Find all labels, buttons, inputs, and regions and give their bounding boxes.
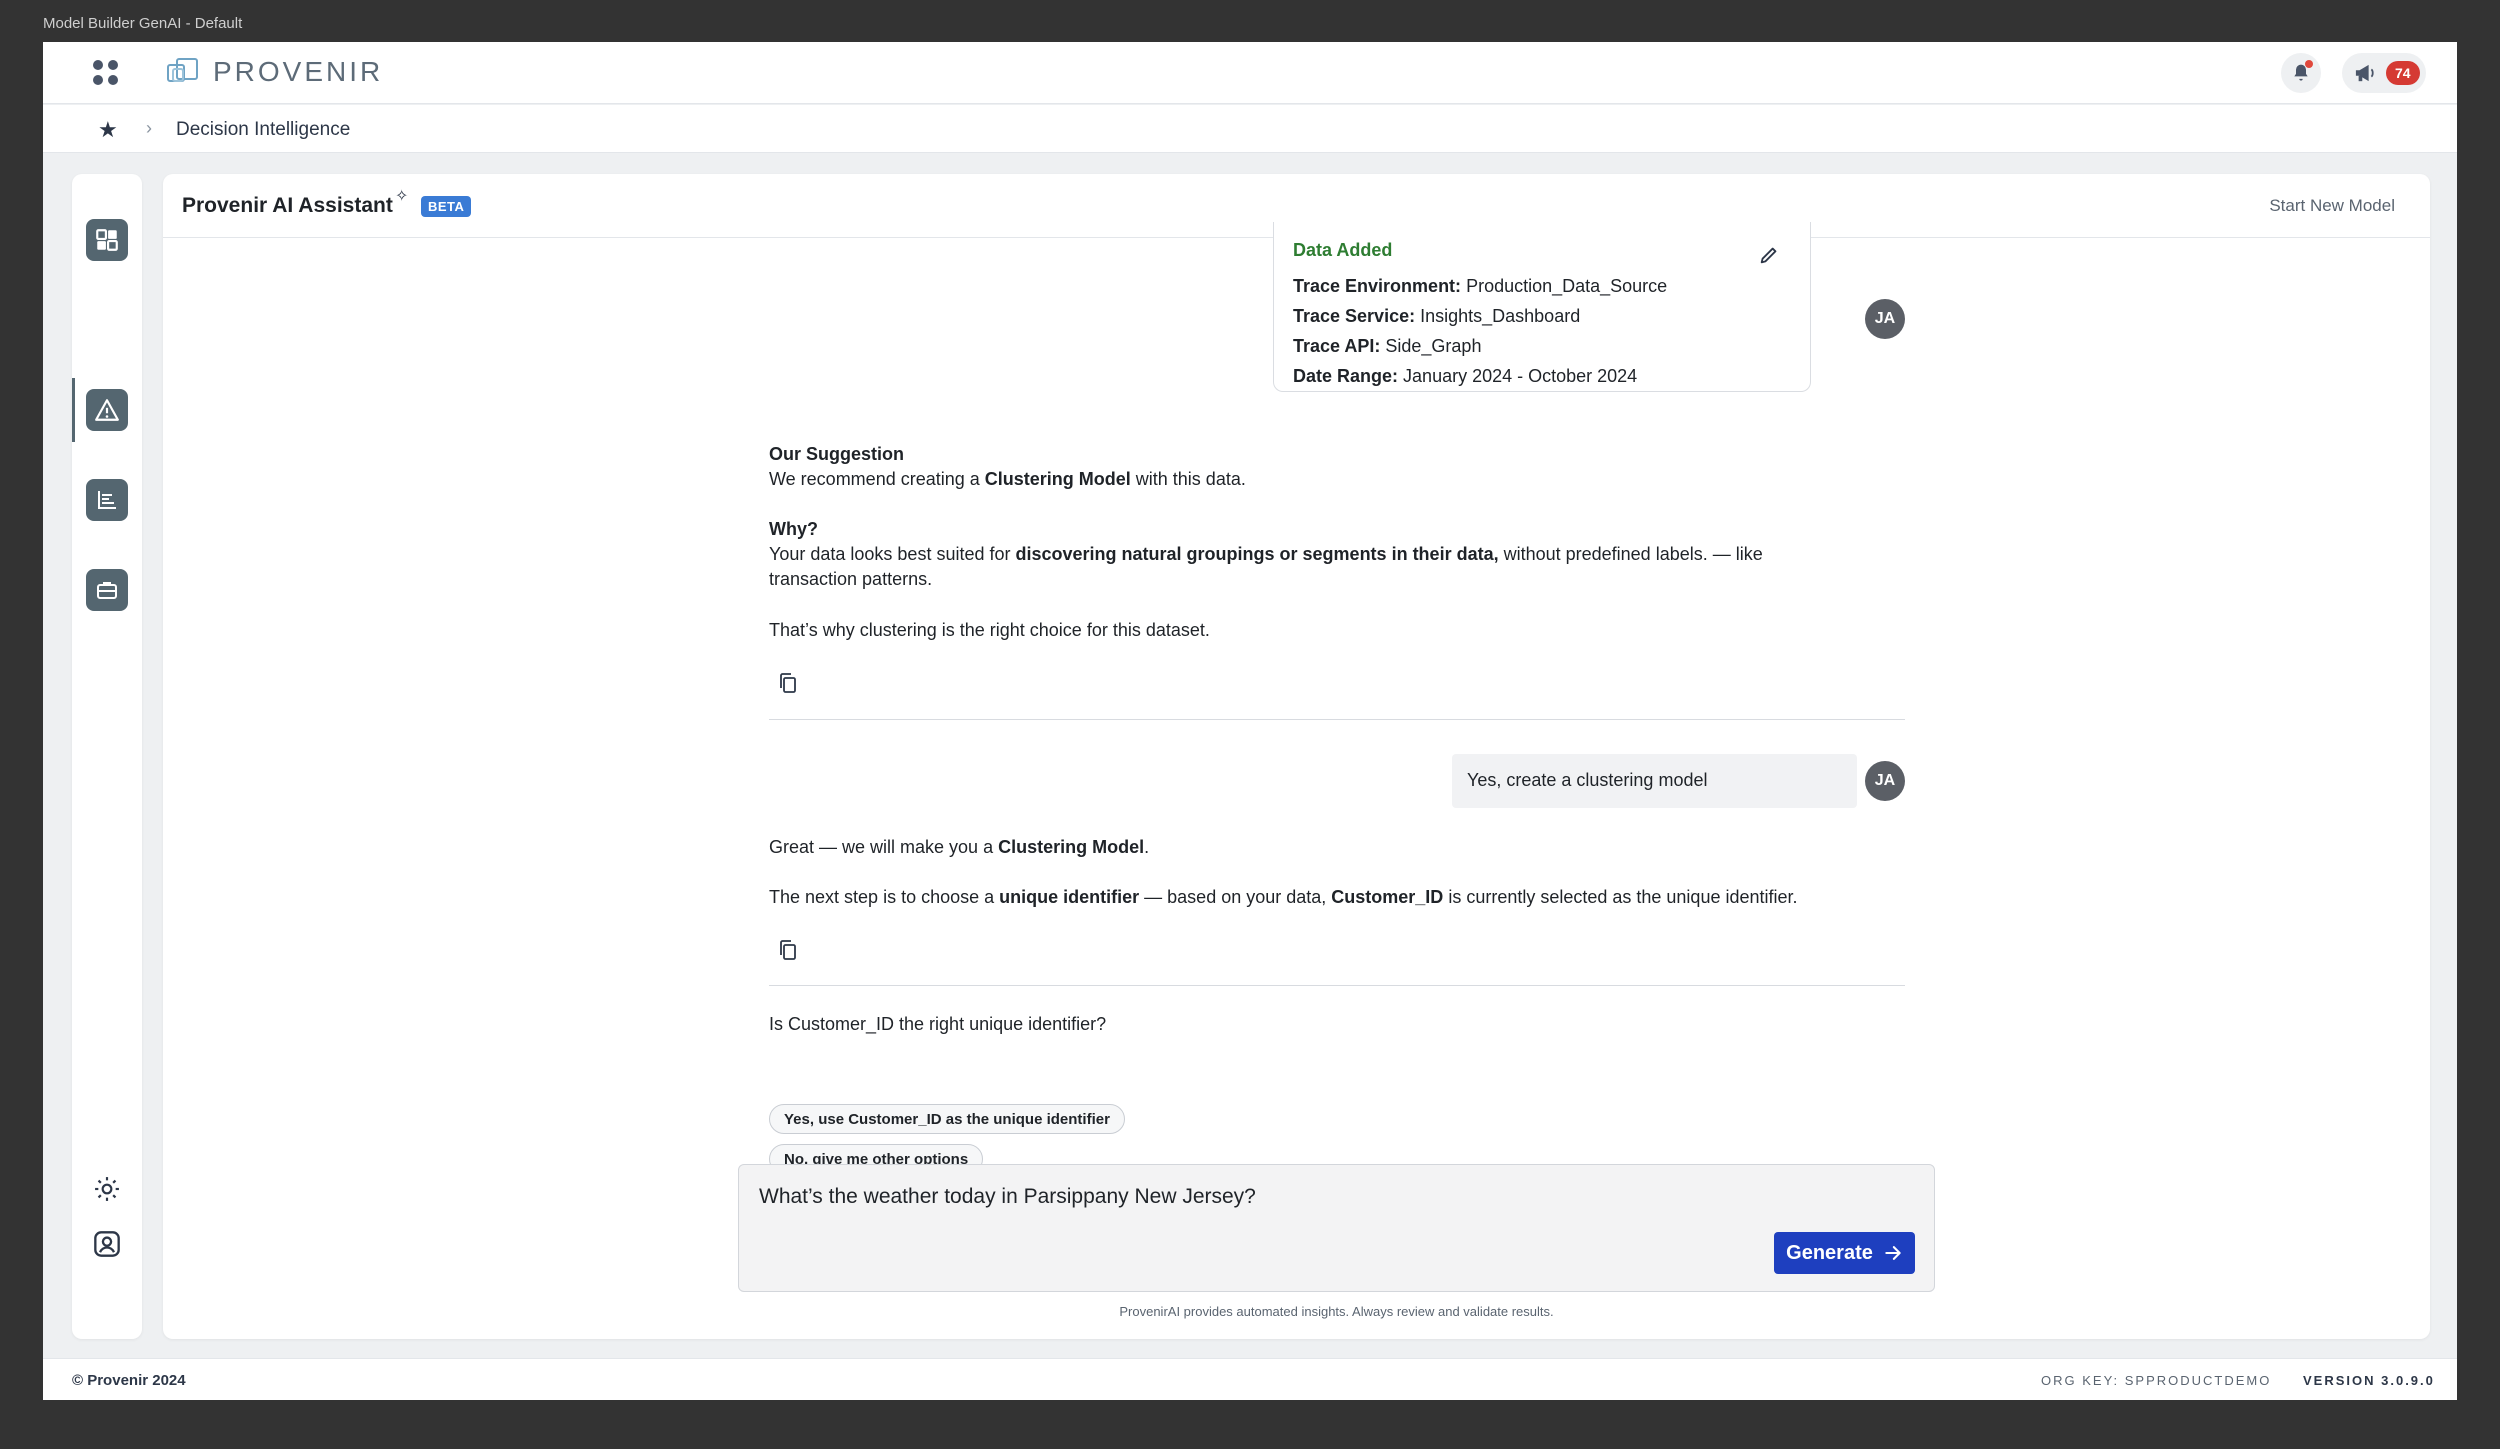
app-window: PROVENIR 74 ★ › Decision Intelligence Pr…	[43, 42, 2457, 1400]
app-grid-icon[interactable]	[93, 60, 119, 86]
generate-button[interactable]: Generate	[1774, 1232, 1915, 1274]
footer: © Provenir 2024 ORG KEY: SPPRODUCTDEMO V…	[43, 1358, 2457, 1400]
top-header: PROVENIR 74	[43, 42, 2457, 104]
data-card-title: Data Added	[1293, 240, 1393, 260]
briefcase-icon	[97, 582, 117, 599]
theme-toggle[interactable]	[92, 1174, 122, 1204]
data-row-trace-service: Trace Service: Insights_Dashboard	[1293, 306, 1581, 326]
nav-toolkit[interactable]	[86, 569, 128, 611]
notification-dot	[2305, 60, 2313, 68]
identifier-question: Is Customer_ID the right unique identifi…	[769, 1014, 1107, 1034]
reply-line-2: The next step is to choose a unique iden…	[769, 887, 1798, 907]
copy-icon[interactable]	[776, 671, 800, 695]
profile-button[interactable]	[92, 1229, 122, 1259]
org-key-text: ORG KEY: SPPRODUCTDEMO	[2041, 1373, 2272, 1388]
reply-line-1: Great — we will make you a Clustering Mo…	[769, 837, 1150, 857]
nav-decision-intelligence[interactable]	[86, 389, 128, 431]
provenir-logo[interactable]: PROVENIR	[167, 56, 383, 88]
why-line: Your data looks best suited for discover…	[769, 544, 1763, 564]
data-row-trace-api: Trace API: Side_Graph	[1293, 336, 1482, 356]
logo-text: PROVENIR	[213, 56, 384, 87]
avatar: JA	[1865, 299, 1905, 339]
user-profile-icon	[94, 1231, 120, 1257]
bar-list-icon	[98, 491, 116, 509]
prompt-input-value[interactable]: What’s the weather today in Parsippany N…	[759, 1185, 1256, 1209]
logo-mark-icon	[167, 56, 201, 88]
pencil-icon[interactable]	[1758, 244, 1780, 266]
nav-model-builder[interactable]	[86, 219, 128, 261]
sun-icon	[95, 1177, 119, 1201]
suggestion-line: We recommend creating a Clustering Model…	[769, 469, 1246, 489]
chevron-right-icon: ›	[146, 118, 152, 138]
left-nav-rail	[72, 174, 142, 1339]
copy-icon[interactable]	[776, 938, 800, 962]
announcement-count-badge: 74	[2386, 61, 2420, 85]
notifications-button[interactable]	[2281, 53, 2321, 93]
why-line-2: transaction patterns.	[769, 569, 933, 589]
message-divider	[769, 719, 1905, 720]
prompt-input[interactable]: What’s the weather today in Parsippany N…	[738, 1164, 1935, 1292]
data-added-card: Data Added Trace Environment: Production…	[1273, 222, 1811, 392]
nav-active-indicator	[72, 378, 75, 442]
suggestion-heading: Our Suggestion	[769, 444, 904, 464]
beta-badge: BETA	[421, 196, 472, 217]
suggestion-conclusion: That’s why clustering is the right choic…	[769, 620, 1210, 640]
arrow-right-icon	[1885, 1246, 1901, 1260]
version-text: VERSION 3.0.9.0	[2303, 1373, 2435, 1388]
ai-assistant-panel: Provenir AI Assistant ✧ BETA Start New M…	[163, 174, 2430, 1339]
nav-reports[interactable]	[86, 479, 128, 521]
data-row-date-range: Date Range: January 2024 - October 2024	[1293, 366, 1638, 386]
sparkle-icon: ✧	[395, 188, 409, 205]
message-divider	[769, 985, 1905, 986]
announcements-button[interactable]: 74	[2342, 53, 2426, 93]
panel-title: Provenir AI Assistant	[182, 194, 393, 217]
window-title: Model Builder GenAI - Default	[43, 15, 243, 32]
megaphone-icon	[2355, 64, 2374, 82]
why-heading: Why?	[769, 519, 818, 539]
disclaimer-text: ProvenirAI provides automated insights. …	[1119, 1304, 1554, 1319]
option-yes-use-customer-id[interactable]: Yes, use Customer_ID as the unique ident…	[769, 1104, 1125, 1134]
copyright-text: © Provenir 2024	[72, 1372, 186, 1389]
warning-triangle-icon	[95, 399, 119, 421]
user-message-bubble: Yes, create a clustering model	[1452, 754, 1857, 808]
breadcrumb-item-decision-intelligence[interactable]: Decision Intelligence	[176, 119, 350, 141]
start-new-model-link[interactable]: Start New Model	[2269, 196, 2395, 216]
star-icon[interactable]: ★	[98, 117, 118, 143]
puzzle-grid-icon	[96, 229, 118, 251]
avatar: JA	[1865, 761, 1905, 801]
data-row-trace-environment: Trace Environment: Production_Data_Sourc…	[1293, 276, 1668, 296]
breadcrumb: ★ › Decision Intelligence	[43, 105, 2457, 153]
